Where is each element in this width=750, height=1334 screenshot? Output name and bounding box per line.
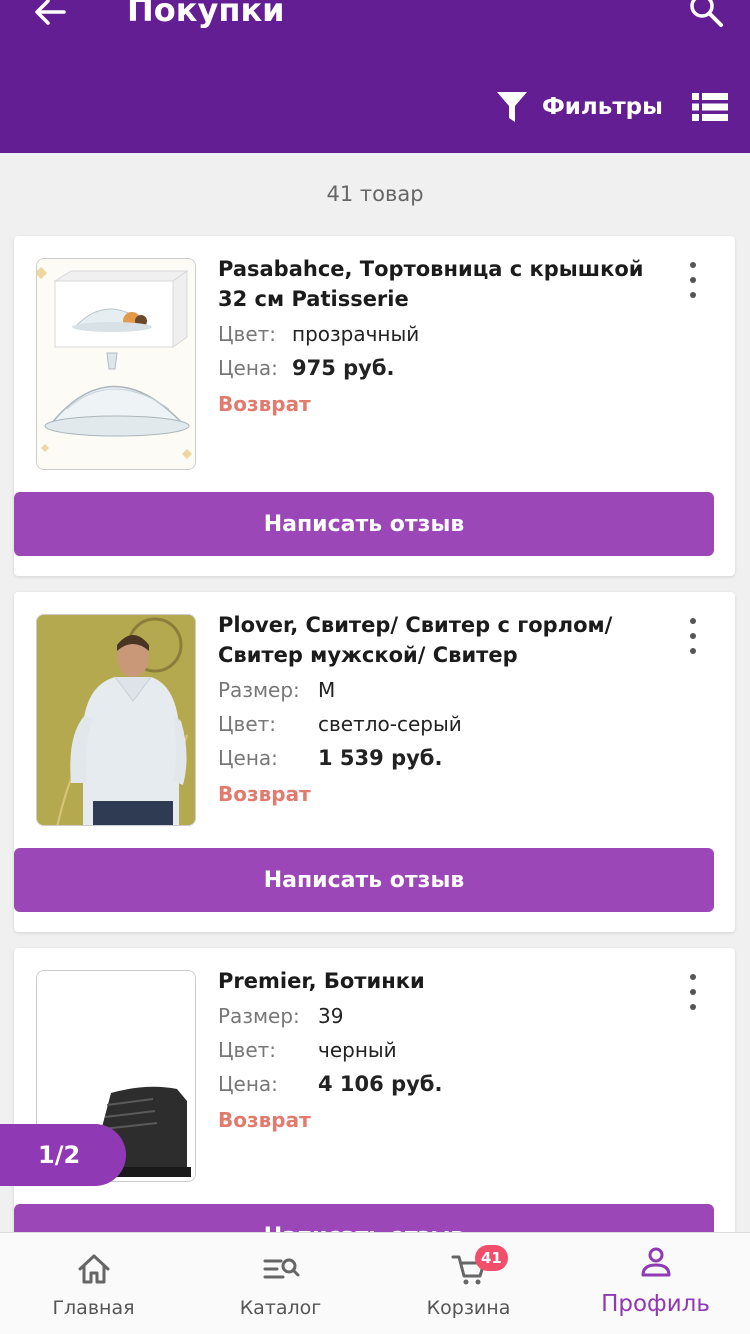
product-attribute: Цена: 975 руб. xyxy=(218,352,658,384)
nav-label: Каталог xyxy=(239,1297,322,1319)
cart-count-badge: 41 xyxy=(475,1245,508,1271)
product-attribute: Размер: 39 xyxy=(218,1000,658,1032)
attribute-label: Цена: xyxy=(218,1072,278,1096)
product-image-sweater[interactable] xyxy=(36,614,196,826)
product-attribute: Цена: 1 539 руб. xyxy=(218,742,658,774)
profile-icon xyxy=(641,1247,670,1277)
attribute-value: черный xyxy=(318,1038,397,1062)
write-review-button[interactable]: Написать отзыв xyxy=(14,492,714,556)
bottom-navigation: Главная Каталог 41 Корзина Профиль xyxy=(0,1232,750,1334)
product-attribute: Цвет: светло-серый xyxy=(218,708,658,740)
product-attribute: Цена: 4 106 руб. xyxy=(218,1068,658,1100)
home-icon xyxy=(78,1254,109,1284)
status-return: Возврат xyxy=(218,392,311,416)
product-attribute: Цвет: черный xyxy=(218,1034,658,1066)
more-vert-icon xyxy=(690,262,696,268)
attribute-value: светло-серый xyxy=(318,712,462,736)
price-value: 975 руб. xyxy=(292,356,395,380)
write-review-button[interactable]: Написать отзыв xyxy=(14,848,714,912)
product-image-cake-stand[interactable] xyxy=(36,258,196,470)
nav-item-catalog[interactable]: Каталог xyxy=(187,1233,374,1334)
more-options-button[interactable] xyxy=(683,618,703,654)
product-attribute: Размер: M xyxy=(218,674,658,706)
product-card: Pasabahce, Тортовница с крышкой 32 см Pa… xyxy=(14,236,735,576)
attribute-value: 39 xyxy=(318,1004,344,1028)
items-count: 41 товар xyxy=(326,182,424,206)
search-button[interactable] xyxy=(688,0,724,28)
nav-item-cart[interactable]: 41 Корзина xyxy=(375,1233,562,1334)
catalog-search-icon xyxy=(263,1258,299,1279)
product-info: Pasabahce, Тортовница с крышкой 32 см Pa… xyxy=(218,254,658,420)
nav-label: Главная xyxy=(52,1297,135,1319)
product-name[interactable]: Plover, Свитер/ Свитер с горлом/ Свитер … xyxy=(218,610,658,670)
search-icon xyxy=(690,0,723,27)
attribute-label: Размер: xyxy=(218,1004,300,1028)
more-vert-icon xyxy=(690,974,696,980)
attribute-value: прозрачный xyxy=(292,322,420,346)
nav-item-home[interactable]: Главная xyxy=(0,1233,187,1334)
nav-item-profile[interactable]: Профиль xyxy=(562,1233,749,1334)
arrow-left-icon xyxy=(35,0,66,25)
top-app-bar: Покупки Фильтры xyxy=(0,0,750,153)
attribute-label: Размер: xyxy=(218,678,300,702)
list-view-icon xyxy=(692,93,728,121)
view-toggle-button[interactable] xyxy=(692,92,728,122)
price-value: 1 539 руб. xyxy=(318,746,443,770)
product-info: Plover, Свитер/ Свитер с горлом/ Свитер … xyxy=(218,610,658,810)
product-name[interactable]: Premier, Ботинки xyxy=(218,966,658,996)
status-return: Возврат xyxy=(218,1108,311,1132)
more-options-button[interactable] xyxy=(683,974,703,1010)
attribute-label: Цвет: xyxy=(218,1038,277,1062)
back-button[interactable] xyxy=(30,0,70,32)
product-attribute: Цвет: прозрачный xyxy=(218,318,658,350)
nav-label: Корзина xyxy=(426,1297,511,1319)
nav-label: Профиль xyxy=(601,1291,710,1317)
attribute-label: Цена: xyxy=(218,746,278,770)
product-card: Plover, Свитер/ Свитер с горлом/ Свитер … xyxy=(14,592,735,932)
more-options-button[interactable] xyxy=(683,262,703,298)
product-card: Premier, Ботинки Размер: 39 Цвет: черный… xyxy=(14,948,735,1268)
page-title: Покупки xyxy=(127,0,285,29)
price-value: 4 106 руб. xyxy=(318,1072,443,1096)
page-indicator[interactable]: 1/2 xyxy=(0,1124,126,1186)
filters-label: Фильтры xyxy=(542,94,663,120)
status-return: Возврат xyxy=(218,782,311,806)
attribute-label: Цвет: xyxy=(218,322,277,346)
filter-icon xyxy=(497,92,527,122)
more-vert-icon xyxy=(690,618,696,624)
filters-button[interactable]: Фильтры xyxy=(496,86,663,128)
attribute-value: M xyxy=(318,678,336,702)
attribute-label: Цвет: xyxy=(218,712,277,736)
product-info: Premier, Ботинки Размер: 39 Цвет: черный… xyxy=(218,966,658,1136)
product-name[interactable]: Pasabahce, Тортовница с крышкой 32 см Pa… xyxy=(218,254,658,314)
attribute-label: Цена: xyxy=(218,356,278,380)
